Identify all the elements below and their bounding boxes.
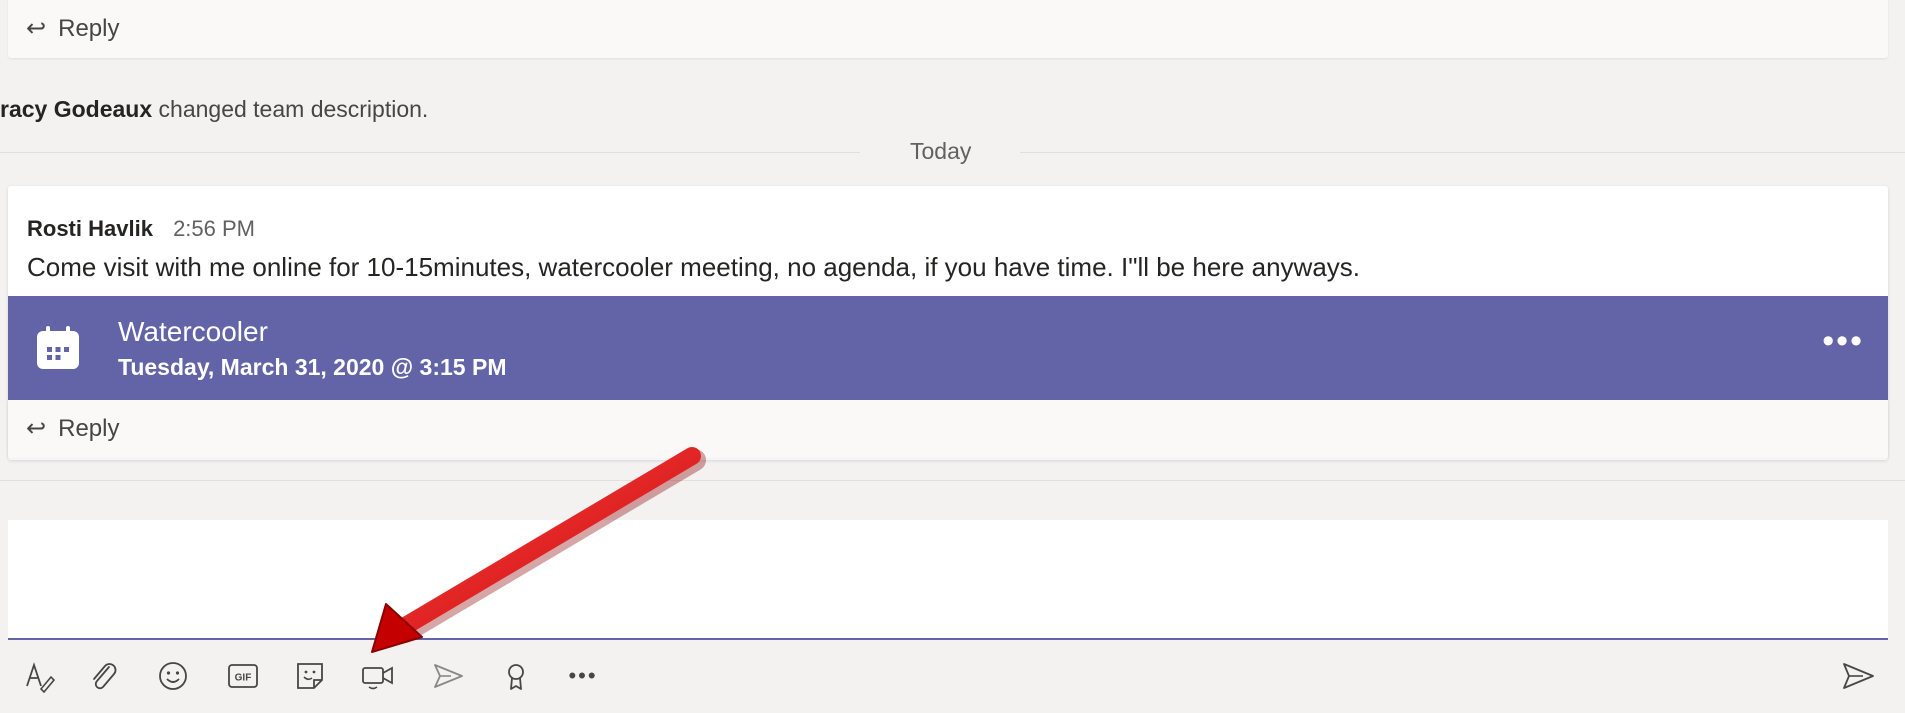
post-author[interactable]: Rosti Havlik (27, 216, 153, 241)
format-icon (26, 662, 56, 693)
reply-button-previous-thread[interactable]: ↩ Reply (8, 0, 1888, 58)
stream-icon (434, 664, 463, 688)
emoji-button[interactable] (153, 656, 193, 696)
reply-arrow-icon: ↩ (26, 415, 47, 442)
praise-button[interactable] (496, 656, 536, 696)
send-button[interactable] (1838, 656, 1878, 696)
date-divider-line-left (0, 152, 860, 153)
reply-label: Reply (58, 15, 120, 42)
meet-now-icon (362, 666, 393, 690)
more-options-icon: ••• (568, 663, 598, 688)
emoji-icon (159, 662, 187, 690)
gif-button[interactable]: GIF (223, 656, 263, 696)
attach-icon (93, 663, 117, 690)
format-button[interactable] (20, 656, 60, 696)
separator-line (0, 480, 1905, 481)
meeting-title[interactable]: Watercooler (118, 316, 268, 348)
meeting-card[interactable]: Watercooler Tuesday, March 31, 2020 @ 3:… (8, 296, 1888, 400)
compose-toolbar: GIF ••• (8, 650, 1888, 702)
system-message-text: changed team description. (158, 96, 429, 122)
reply-button-post[interactable]: ↩ Reply (8, 400, 1888, 458)
post-body: Come visit with me online for 10-15minut… (27, 252, 1361, 282)
post-header: Rosti Havlik 2:56 PM (27, 216, 255, 242)
system-message-actor: racy Godeaux (0, 96, 153, 122)
send-icon (1843, 663, 1874, 689)
sticker-icon (297, 663, 323, 689)
stream-button[interactable] (428, 656, 468, 696)
post-time: 2:56 PM (173, 216, 255, 241)
sticker-button[interactable] (290, 656, 330, 696)
calendar-icon (37, 326, 79, 369)
more-options-button[interactable]: ••• (563, 656, 603, 696)
reply-label: Reply (58, 415, 120, 442)
meeting-datetime: Tuesday, March 31, 2020 @ 3:15 PM (118, 354, 507, 380)
compose-message-input[interactable] (8, 520, 1888, 640)
attach-button[interactable] (84, 656, 124, 696)
date-divider-line-right (1020, 152, 1905, 153)
meeting-more-options-icon[interactable]: ••• (1822, 322, 1864, 361)
svg-text:GIF: GIF (235, 673, 252, 684)
system-message: racy Godeaux changed team description. (0, 96, 428, 123)
date-divider-label: Today (910, 138, 972, 164)
praise-icon (508, 664, 524, 690)
meet-now-button[interactable] (358, 656, 398, 696)
gif-icon: GIF (228, 664, 258, 688)
reply-arrow-icon: ↩ (26, 15, 47, 42)
